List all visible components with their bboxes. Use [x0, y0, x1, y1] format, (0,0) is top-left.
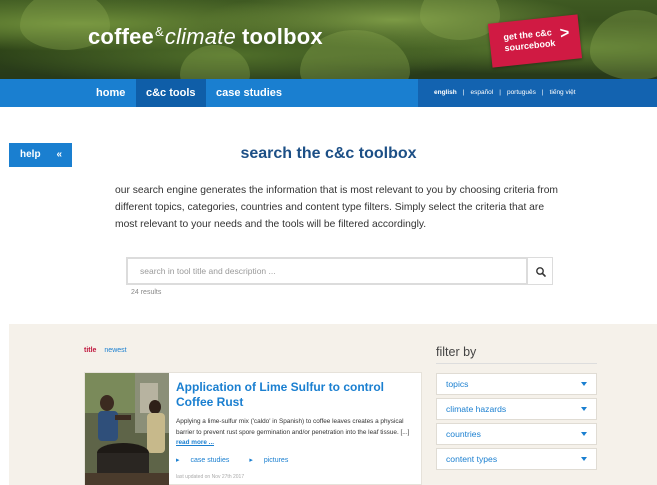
- lang-separator: |: [499, 89, 501, 96]
- logo-climate: climate: [164, 24, 236, 49]
- logo-toolbox: toolbox: [241, 24, 323, 49]
- search-button[interactable]: [527, 257, 553, 285]
- triangle-right-icon: ▸: [176, 457, 180, 464]
- chevron-right-icon: >: [559, 24, 571, 43]
- filter-heading: filter by: [436, 345, 477, 359]
- tag-case-studies[interactable]: ▸ case studies: [176, 457, 238, 464]
- lang-separator: |: [462, 89, 465, 96]
- filter-climate-hazards[interactable]: climate hazards: [436, 398, 597, 420]
- result-tags: ▸ case studies ▸ pictures: [176, 456, 306, 464]
- caret-down-icon: [581, 407, 587, 411]
- search-input[interactable]: [128, 259, 526, 283]
- result-photo[interactable]: [85, 373, 169, 485]
- filter-label: climate hazards: [446, 404, 507, 414]
- filter-label: topics: [446, 379, 469, 389]
- sort-options: title newest: [84, 347, 127, 354]
- page-title: search the c&c toolbox: [240, 145, 417, 162]
- site-logo[interactable]: coffee&climate toolbox: [88, 24, 323, 50]
- result-count: 24 results: [131, 289, 162, 296]
- result-description-text: Applying a lime-sulfur mix ('caldo' in S…: [176, 418, 410, 436]
- filter-topics[interactable]: topics: [436, 373, 597, 395]
- get-sourcebook-button[interactable]: get the c&c sourcebook >: [487, 14, 583, 68]
- filter-label: content types: [446, 454, 498, 464]
- lang-english[interactable]: english: [434, 89, 457, 96]
- header-banner: coffee&climate toolbox get the c&c source…: [0, 0, 657, 79]
- language-switcher: english | español | português | tiếng việt: [418, 79, 657, 107]
- filter-countries[interactable]: countries: [436, 423, 597, 445]
- triangle-right-icon: ▸: [249, 457, 253, 464]
- caret-down-icon: [581, 382, 587, 386]
- search-field: [126, 257, 528, 285]
- banner-leaf: [180, 45, 250, 79]
- banner-leaf: [420, 0, 500, 40]
- sort-title[interactable]: title: [84, 347, 96, 354]
- filter-content-types[interactable]: content types: [436, 448, 597, 470]
- logo-ampersand: &: [155, 24, 164, 39]
- lang-portugues[interactable]: português: [507, 89, 536, 96]
- banner-leaf: [590, 10, 657, 79]
- logo-coffee: coffee: [88, 24, 154, 49]
- tag-label: pictures: [263, 457, 289, 464]
- read-more-link[interactable]: read more ...: [176, 439, 214, 446]
- nav-case-studies[interactable]: case studies: [206, 79, 292, 107]
- caret-down-icon: [581, 432, 587, 436]
- nav-home[interactable]: home: [86, 79, 135, 107]
- filter-label: countries: [446, 429, 481, 439]
- intro-text: our search engine generates the informat…: [115, 185, 558, 230]
- result-updated-date: last updated on Nov 27th 2017: [176, 474, 245, 480]
- tag-pictures[interactable]: ▸ pictures: [249, 457, 297, 464]
- result-card: Application of Lime Sulfur to control Co…: [84, 372, 422, 485]
- caret-down-icon: [581, 457, 587, 461]
- sort-newest[interactable]: newest: [104, 347, 126, 354]
- result-title[interactable]: Application of Lime Sulfur to control Co…: [176, 380, 411, 410]
- lang-tieng-viet[interactable]: tiếng việt: [550, 89, 576, 96]
- nav-cc-tools[interactable]: c&c tools: [136, 79, 206, 107]
- main-nav: home c&c tools case studies english | espa…: [0, 79, 657, 107]
- lang-espanol[interactable]: español: [470, 89, 493, 96]
- tag-label: case studies: [190, 457, 230, 464]
- lang-separator: |: [541, 89, 544, 96]
- search-icon: [536, 267, 546, 277]
- divider: [436, 363, 597, 364]
- result-photo-illustration: [85, 373, 169, 485]
- result-description: Applying a lime-sulfur mix ('caldo' in S…: [176, 417, 416, 449]
